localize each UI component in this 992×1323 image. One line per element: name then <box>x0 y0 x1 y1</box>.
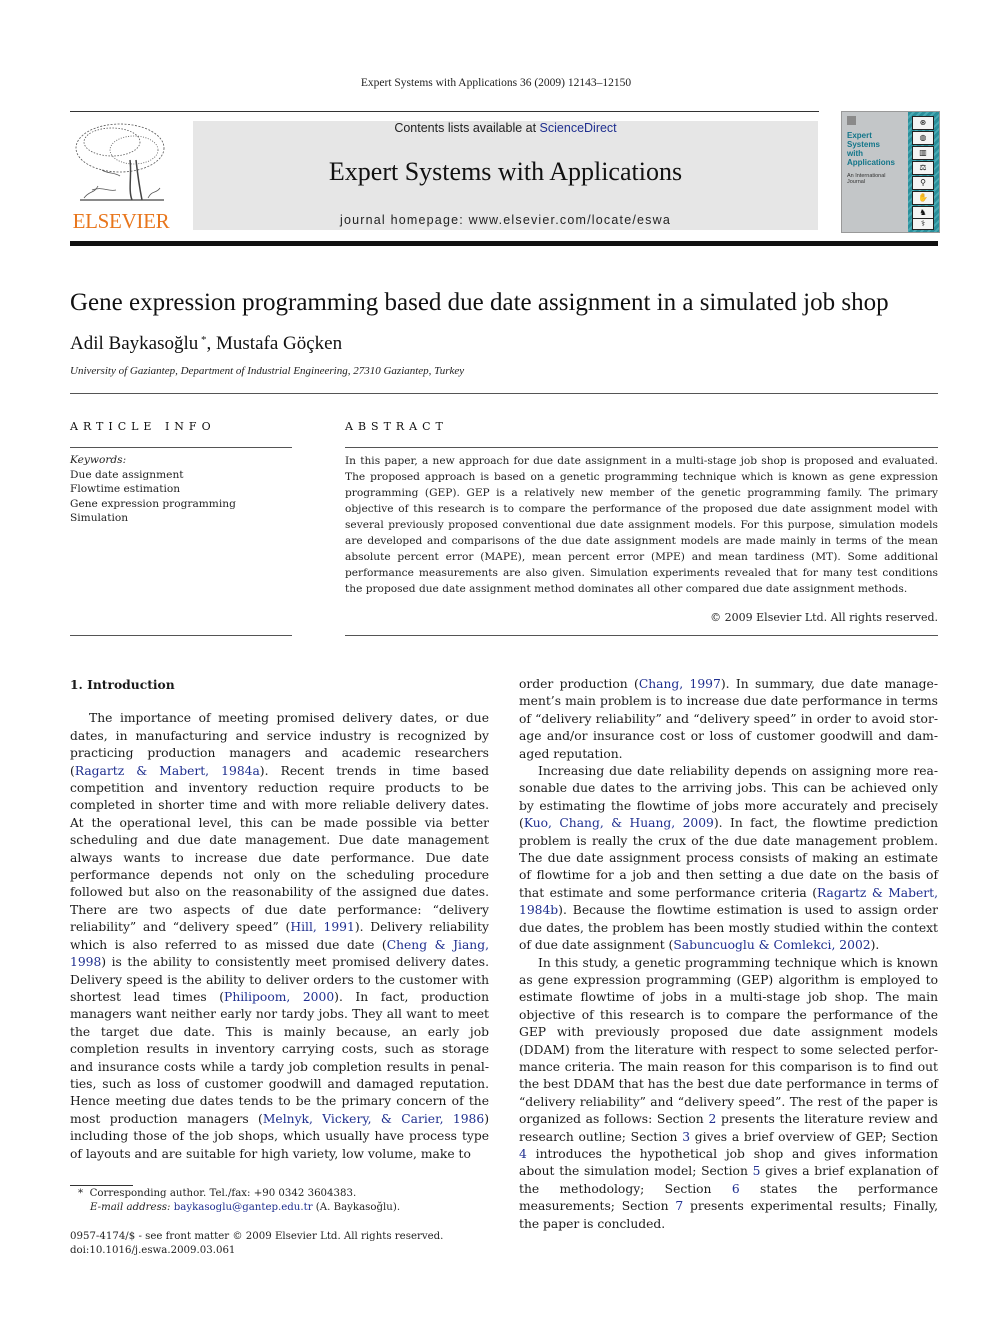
citation-link[interactable]: Melnyk, Vickery, & Carier, 1986 <box>263 1112 484 1126</box>
keywords-label: Keywords: <box>70 454 127 466</box>
body-text-flow: The importance of meeting promised deliv… <box>70 710 489 1163</box>
author-name[interactable]: Adil Baykasoğlu <box>70 333 198 354</box>
citation-link[interactable]: Ragartz & Mabert, 1984a <box>75 764 260 778</box>
abstract-copyright: © 2009 Elsevier Ltd. All rights reserved… <box>710 611 938 624</box>
journal-cover-thumbnail[interactable]: Expert Systems with Applications An Inte… <box>841 111 940 233</box>
citation-link[interactable]: 7 <box>675 1199 683 1213</box>
divider <box>345 447 938 448</box>
body-paragraph: In this study, a genetic programming tec… <box>519 955 939 1231</box>
article-info-heading: ARTICLE INFO <box>70 420 216 433</box>
divider <box>70 635 292 636</box>
elsevier-wordmark: ELSEVIER <box>72 209 170 233</box>
header-thick-rule <box>70 241 938 246</box>
footnote-rule <box>70 1185 133 1186</box>
journal-homepage-link[interactable]: journal homepage: www.elsevier.com/locat… <box>193 213 818 227</box>
tree-logo-icon <box>75 123 165 201</box>
keyword: Flowtime estimation <box>70 483 181 495</box>
body-column-right: order production (Chang, 1997). In summa… <box>519 676 938 1233</box>
keyword: Gene expression programming <box>70 497 236 510</box>
divider <box>70 447 292 448</box>
abstract-heading: ABSTRACT <box>345 420 448 433</box>
footnote: * Corresponding author. Tel./fax: +90 03… <box>78 1188 401 1213</box>
author-list: Adil Baykasoğlu *, Mustafa Göçken <box>70 333 343 354</box>
cover-publisher-logo <box>847 116 856 125</box>
affiliation: University of Gaziantep, Department of I… <box>70 365 465 377</box>
author-name[interactable]: Mustafa Göçken <box>216 333 342 354</box>
citation-link[interactable]: 3 <box>682 1130 690 1144</box>
caduceus-icon: ⚕ <box>912 218 934 230</box>
citation-link[interactable]: Kuo, Chang, & Huang, 2009 <box>524 816 714 830</box>
issn-line: 0957-4174/$ - see front matter © 2009 El… <box>70 1231 444 1242</box>
running-head: Expert Systems with Applications 36 (200… <box>360 77 632 89</box>
contents-prefix: Contents lists available at <box>394 121 540 135</box>
divider <box>70 393 938 394</box>
citation-link[interactable]: 4 <box>519 1147 527 1161</box>
keyword: Simulation <box>70 512 129 524</box>
citation-link[interactable]: 6 <box>732 1182 740 1196</box>
issn-block: 0957-4174/$ - see front matter © 2009 El… <box>70 1230 443 1258</box>
body-column-left: 1. Introduction The importance of meetin… <box>70 676 489 1163</box>
handshake-icon: ✋ <box>912 191 934 205</box>
divider <box>345 635 938 636</box>
body-paragraph: order production (Chang, 1997). In summa… <box>519 677 938 761</box>
citation-link[interactable]: Hill, 1991 <box>290 920 354 934</box>
header-rule <box>70 111 819 112</box>
article-title: Gene expression programming based due da… <box>70 289 889 316</box>
keywords-block: Keywords: Due date assignment Flowtime e… <box>70 453 236 526</box>
journal-masthead: Contents lists available at ScienceDirec… <box>193 121 818 230</box>
author-email-link[interactable]: baykasoglu@gantep.edu.tr <box>174 1202 313 1213</box>
globe-icon: ◍ <box>912 131 934 145</box>
email-label: E-mail address: <box>90 1202 171 1213</box>
keyword: Due date assignment <box>70 468 184 481</box>
abstract-text: In this paper, a new approach for due da… <box>345 455 938 595</box>
body-paragraph: Increasing due date reliability depends … <box>519 764 939 953</box>
sciencedirect-link[interactable]: ScienceDirect <box>540 121 617 135</box>
cover-subtitle: An International Journal <box>847 173 886 185</box>
citation-link[interactable]: Philipoom, 2000 <box>224 990 334 1004</box>
steering-wheel-icon: ⊛ <box>912 116 934 130</box>
section-heading: 1. Introduction <box>70 677 175 692</box>
elsevier-logo[interactable]: ELSEVIER <box>70 120 172 233</box>
microscope-icon: ⚲ <box>912 176 934 190</box>
contents-line: Contents lists available at ScienceDirec… <box>193 121 818 135</box>
footnote-mark: * <box>78 1188 84 1199</box>
citation-link[interactable]: Sabuncuoglu & Comlekci, 2002 <box>673 938 870 952</box>
body-text-flow: order production (Chang, 1997). In summa… <box>519 676 938 1233</box>
body-paragraph: The importance of meeting promised deliv… <box>70 711 490 1161</box>
bar-chart-icon: ▥ <box>912 146 934 160</box>
doi-link[interactable]: doi:10.1016/j.eswa.2009.03.061 <box>70 1244 443 1258</box>
citation-link[interactable]: Chang, 1997 <box>639 677 721 691</box>
scales-icon: ⚖ <box>912 161 934 175</box>
footnote-contact: Corresponding author. Tel./fax: +90 0342… <box>89 1188 357 1199</box>
journal-title: Expert Systems with Applications <box>328 157 683 186</box>
